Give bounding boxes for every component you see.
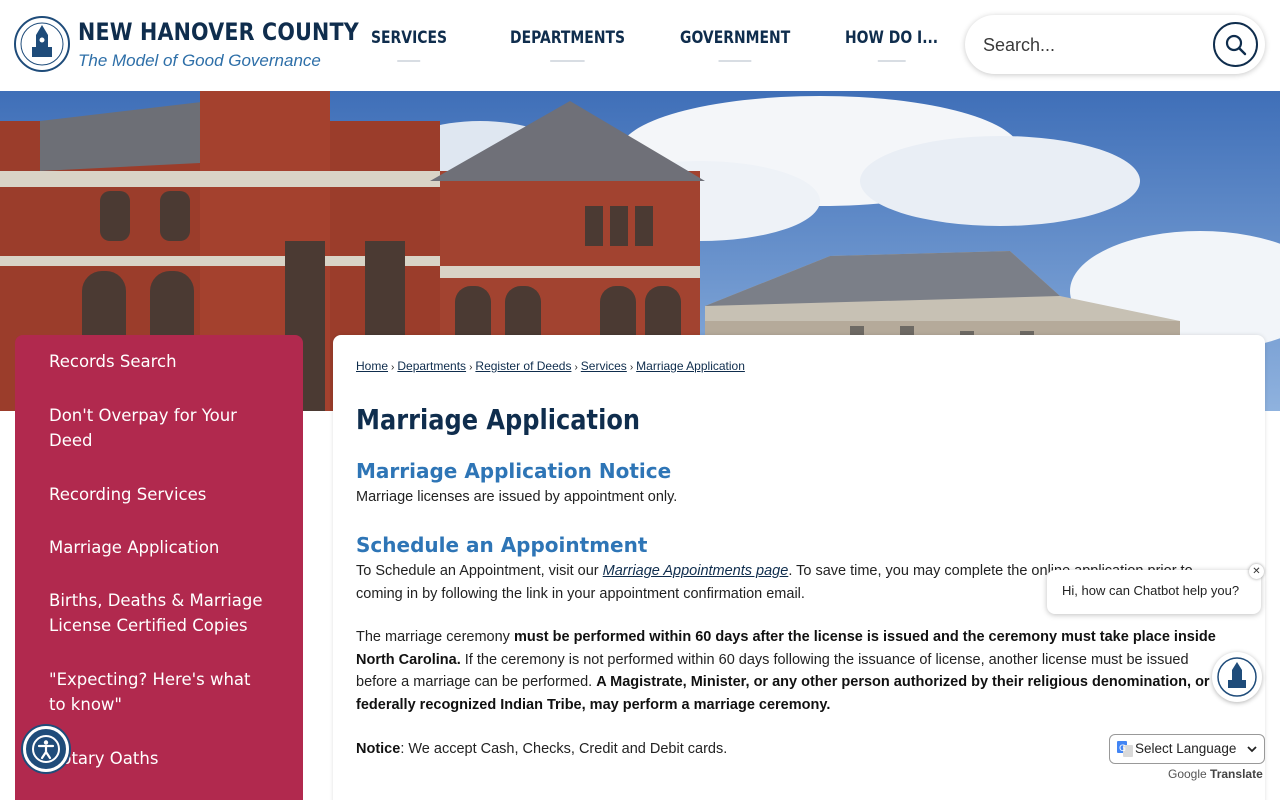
- google-translate-icon: G: [1117, 741, 1133, 757]
- org-name[interactable]: NEW HANOVER COUNTY: [78, 18, 359, 46]
- breadcrumb-separator: ›: [574, 362, 578, 373]
- search-box: [965, 15, 1265, 74]
- breadcrumb-marriage-application[interactable]: Marriage Application: [636, 359, 745, 373]
- svg-text:G: G: [1119, 744, 1126, 754]
- sidebar-item-marriage-application[interactable]: Marriage Application: [49, 535, 264, 560]
- main-content: Home › Departments › Register of Deeds › Servi…: [333, 335, 1265, 800]
- powered-by-google: Google Translate: [1168, 767, 1263, 781]
- payment-notice-text: : We accept Cash, Checks, Credit and Deb…: [400, 741, 728, 757]
- accessibility-button[interactable]: [23, 726, 69, 772]
- breadcrumb-register-of-deeds[interactable]: Register of Deeds: [475, 359, 571, 373]
- nav-how-do-i[interactable]: HOW DO I...: [845, 28, 938, 62]
- language-select[interactable]: G Select Language: [1109, 734, 1265, 764]
- chatbot-close-button[interactable]: ✕: [1249, 564, 1264, 579]
- chevron-down-icon: [1247, 746, 1257, 753]
- sidebar-item-certified-copies[interactable]: Births, Deaths & Marriage License Certif…: [49, 588, 264, 638]
- nav-departments[interactable]: DEPARTMENTS: [510, 28, 625, 62]
- county-seal-logo[interactable]: [14, 13, 70, 75]
- search-icon: [1225, 34, 1246, 55]
- notice-heading: Marriage Application Notice: [356, 459, 672, 483]
- translate-link[interactable]: Translate: [1210, 767, 1263, 781]
- breadcrumb-home[interactable]: Home: [356, 359, 388, 373]
- page-title: Marriage Application: [356, 403, 641, 436]
- payment-notice: Notice: We accept Cash, Checks, Credit a…: [356, 738, 1236, 761]
- sidebar-item-expecting[interactable]: "Expecting? Here's what to know": [49, 667, 264, 717]
- notice-text: Marriage licenses are issued by appointm…: [356, 489, 678, 505]
- nav-government[interactable]: GOVERNMENT: [680, 28, 790, 62]
- sidebar-item-recording-services[interactable]: Recording Services: [49, 482, 264, 507]
- sidebar-item-records-search[interactable]: Records Search: [49, 349, 264, 374]
- chatbot-greeting-bubble[interactable]: Hi, how can Chatbot help you?: [1047, 570, 1261, 614]
- accessibility-icon: [32, 735, 60, 763]
- ceremony-paragraph: The marriage ceremony must be performed …: [356, 626, 1231, 716]
- google-wordmark: Google: [1168, 767, 1207, 781]
- breadcrumb-services[interactable]: Services: [581, 359, 627, 373]
- nav-services[interactable]: SERVICES: [371, 28, 447, 62]
- language-select-label: Select Language: [1135, 741, 1237, 756]
- ceremony-text-1: The marriage ceremony: [356, 629, 514, 645]
- schedule-heading: Schedule an Appointment: [356, 533, 648, 557]
- breadcrumb-separator: ›: [469, 362, 473, 373]
- sidebar-item-notary-oaths[interactable]: Notary Oaths: [49, 746, 264, 771]
- breadcrumb-separator: ›: [391, 362, 395, 373]
- breadcrumb-departments[interactable]: Departments: [397, 359, 466, 373]
- chatbot-avatar-icon[interactable]: [1212, 652, 1262, 702]
- breadcrumb-separator: ›: [629, 362, 634, 373]
- org-tagline: The Model of Good Governance: [78, 51, 321, 70]
- sidebar-item-dont-overpay[interactable]: Don't Overpay for Your Deed: [49, 403, 264, 453]
- search-input[interactable]: [983, 31, 1203, 59]
- site-header: NEW HANOVER COUNTY The Model of Good Gov…: [0, 0, 1280, 91]
- schedule-text-pre: To Schedule an Appointment, visit our: [356, 563, 603, 579]
- payment-notice-label: Notice: [356, 741, 401, 757]
- search-button[interactable]: [1213, 22, 1258, 67]
- breadcrumb: Home › Departments › Register of Deeds › Servi…: [356, 359, 745, 373]
- marriage-appointments-link[interactable]: Marriage Appointments page: [603, 563, 789, 579]
